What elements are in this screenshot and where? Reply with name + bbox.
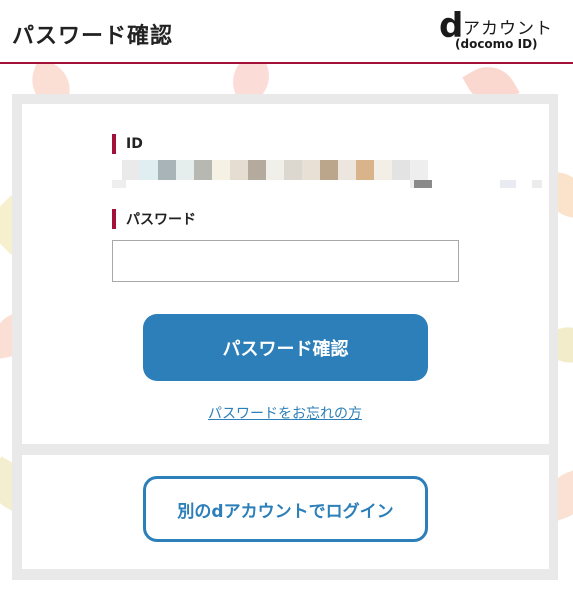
- mosaic-cell: [284, 160, 302, 180]
- label-accent-bar: [112, 134, 116, 154]
- mosaic-cell: [532, 180, 542, 188]
- password-input[interactable]: [112, 240, 459, 282]
- id-value-redacted: [112, 160, 542, 188]
- id-label: ID: [126, 136, 143, 152]
- mosaic-cell: [122, 160, 140, 180]
- mosaic-cell: [248, 160, 266, 180]
- confirm-password-button[interactable]: パスワード確認: [143, 314, 428, 381]
- mosaic-cell: [112, 180, 126, 188]
- page-header: パスワード確認 d アカウント (docomo ID): [0, 0, 573, 64]
- mosaic-cell: [230, 160, 248, 180]
- mosaic-cell: [374, 160, 392, 180]
- mosaic-cell: [158, 160, 176, 180]
- label-accent-bar: [112, 209, 116, 229]
- d-account-logo: d アカウント (docomo ID): [439, 6, 559, 56]
- mosaic-cell: [266, 160, 284, 180]
- logo-text: アカウント: [463, 19, 553, 39]
- mosaic-cell: [320, 160, 338, 180]
- mosaic-cell: [338, 160, 356, 180]
- forgot-password-link[interactable]: パスワードをお忘れの方: [208, 403, 362, 423]
- mosaic-cell: [392, 160, 410, 180]
- password-label-row: パスワード: [112, 208, 196, 230]
- password-label: パスワード: [126, 212, 196, 228]
- mosaic-cell: [500, 180, 516, 188]
- other-account-login-button[interactable]: 別のdアカウントでログイン: [143, 476, 428, 542]
- mosaic-cell: [356, 160, 374, 180]
- id-label-row: ID: [112, 133, 143, 155]
- mosaic-cell: [414, 180, 432, 188]
- page-title: パスワード確認: [12, 24, 174, 49]
- mosaic-cell: [212, 160, 230, 180]
- mosaic-cell: [302, 160, 320, 180]
- logo-subtext: (docomo ID): [455, 37, 538, 51]
- mosaic-cell: [194, 160, 212, 180]
- mosaic-cell: [140, 160, 158, 180]
- mosaic-cell: [176, 160, 194, 180]
